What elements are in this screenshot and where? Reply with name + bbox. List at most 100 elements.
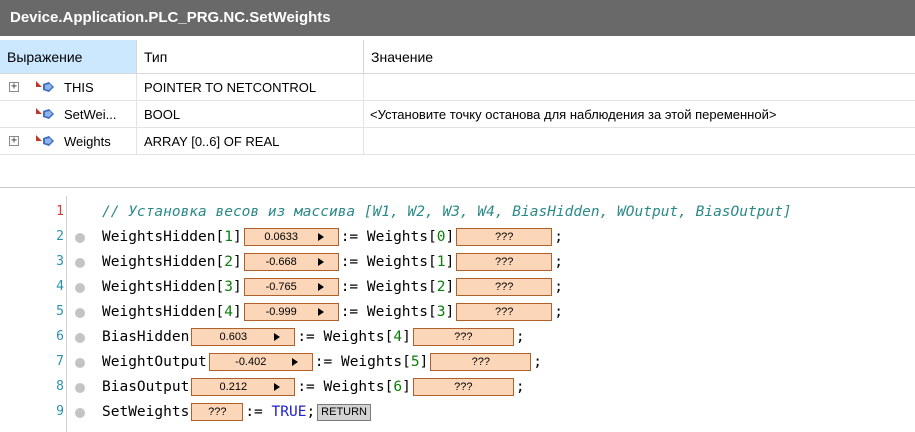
expand-arrow-icon[interactable] (291, 358, 298, 366)
code-operator: := (340, 254, 359, 270)
code-operator: := (297, 379, 315, 395)
online-value-box[interactable]: -0.999 (243, 303, 339, 321)
code-bracket: ] (445, 229, 455, 245)
online-value-box[interactable]: -0.668 (243, 253, 339, 271)
expand-arrow-icon[interactable] (317, 283, 324, 291)
line-number: 8 (56, 379, 64, 394)
code-operator: := (245, 404, 263, 420)
code-semicolon: ; (515, 329, 525, 345)
online-value-box[interactable]: -0.402 (208, 353, 313, 371)
watch-row-weights[interactable]: + Weights ARRAY [0..6] OF REAL (0, 128, 915, 155)
online-value: ??? (495, 281, 514, 293)
breakpoint-marker[interactable] (75, 308, 85, 318)
code-index: 6 (393, 379, 403, 395)
code-identifier: Weights[ (340, 354, 411, 370)
online-value: ??? (208, 406, 227, 418)
watch-cell-expression: SetWei... (0, 101, 137, 128)
breakpoint-marker[interactable] (75, 333, 85, 343)
breakpoint-marker[interactable] (75, 283, 85, 293)
watch-cell-expression: + Weights (0, 128, 137, 155)
online-value-box[interactable]: 0.603 (191, 328, 296, 346)
code-index: 2 (224, 254, 233, 270)
code-text: WeightsHidden[2] -0.668 := Weights[1] ??… (102, 252, 563, 272)
code-editor[interactable]: 1 // Установка весов из массива [W1, W2,… (0, 196, 915, 432)
online-value-box[interactable]: 0.212 (191, 378, 296, 396)
line-number: 5 (56, 304, 64, 319)
code-identifier: BiasOutput (102, 379, 190, 395)
line-number: 7 (56, 354, 64, 369)
expand-arrow-icon[interactable] (317, 308, 324, 316)
code-operator: := (314, 354, 333, 370)
panel-divider[interactable] (0, 187, 915, 188)
watch-expression-text: Weights (64, 134, 111, 149)
column-header-value[interactable]: Значение (364, 40, 915, 74)
online-value-box[interactable]: ??? (412, 328, 514, 346)
code-text: WeightsHidden[4] -0.999 := Weights[3] ??… (102, 302, 563, 322)
code-line[interactable]: 1 // Установка весов из массива [W1, W2,… (0, 200, 915, 225)
expand-arrow-icon[interactable] (274, 333, 281, 341)
code-identifier: WeightOutput (102, 354, 207, 370)
watch-value-text[interactable] (364, 128, 915, 155)
code-line[interactable]: 8 BiasOutput 0.212 := Weights[6] ??? ; (0, 375, 915, 400)
line-number: 1 (56, 204, 64, 219)
expand-arrow-icon[interactable] (317, 233, 324, 241)
online-value-box[interactable]: ??? (191, 403, 244, 421)
expand-arrow-icon[interactable] (317, 258, 324, 266)
watch-row-this[interactable]: + THIS POINTER TO NETCONTROL (0, 74, 915, 101)
watch-expression-text: THIS (64, 80, 94, 95)
online-value: 0.212 (219, 381, 248, 393)
window-title: Device.Application.PLC_PRG.NC.SetWeights (0, 0, 915, 36)
column-header-type[interactable]: Тип (137, 40, 364, 74)
online-value-box[interactable]: ??? (456, 253, 553, 271)
watch-type-text: POINTER TO NETCONTROL (137, 74, 364, 101)
online-value-box[interactable]: ??? (456, 303, 553, 321)
watch-table: Выражение Тип Значение + THIS POINTER TO… (0, 36, 915, 157)
code-identifier: WeightsHidden[ (102, 279, 225, 295)
online-value: 0.0633 (264, 231, 299, 243)
code-line[interactable]: 5 WeightsHidden[4] -0.999 := Weights[3] … (0, 300, 915, 325)
expand-icon[interactable]: + (9, 82, 19, 92)
breakpoint-marker[interactable] (75, 233, 85, 243)
code-index: 4 (224, 304, 233, 320)
watch-type-text: BOOL (137, 101, 364, 128)
online-value-box[interactable]: ??? (456, 278, 553, 296)
code-keyword: TRUE (271, 404, 307, 420)
code-index: 5 (410, 354, 420, 370)
code-index: 4 (393, 329, 403, 345)
line-number: 9 (56, 404, 64, 419)
code-line[interactable]: 7 WeightOutput -0.402 := Weights[5] ??? … (0, 350, 915, 375)
online-value-box[interactable]: ??? (456, 228, 553, 246)
variable-icon (36, 81, 54, 92)
breakpoint-marker[interactable] (75, 383, 85, 393)
code-identifier: Weights[ (366, 279, 437, 295)
code-bracket: ] (445, 254, 455, 270)
breakpoint-marker[interactable] (75, 408, 85, 418)
online-value-box[interactable]: ??? (430, 353, 532, 371)
watch-value-text[interactable]: <Установите точку останова для наблюдени… (364, 101, 915, 128)
online-value-box[interactable]: -0.765 (243, 278, 339, 296)
online-value-box[interactable]: 0.0633 (243, 228, 339, 246)
breakpoint-marker[interactable] (75, 258, 85, 268)
code-index: 3 (224, 279, 233, 295)
code-line[interactable]: 2 WeightsHidden[1] 0.0633 := Weights[0] … (0, 225, 915, 250)
code-operator: := (340, 304, 359, 320)
column-header-expression[interactable]: Выражение (0, 40, 137, 74)
code-semicolon: ; (515, 379, 525, 395)
code-line[interactable]: 6 BiasHidden 0.603 := Weights[4] ??? ; (0, 325, 915, 350)
watch-value-text[interactable] (364, 74, 915, 101)
code-line[interactable]: 3 WeightsHidden[2] -0.668 := Weights[1] … (0, 250, 915, 275)
expand-arrow-icon[interactable] (274, 383, 281, 391)
code-identifier: Weights[ (366, 229, 437, 245)
code-line[interactable]: 4 WeightsHidden[3] -0.765 := Weights[2] … (0, 275, 915, 300)
code-identifier: BiasHidden (102, 329, 190, 345)
watch-cell-expression: + THIS (0, 74, 137, 101)
code-text: BiasHidden 0.603 := Weights[4] ??? ; (102, 327, 525, 347)
expand-icon[interactable]: + (9, 136, 19, 146)
code-bracket: ] (419, 354, 429, 370)
code-identifier: Weights[ (323, 329, 394, 345)
watch-table-header: Выражение Тип Значение (0, 40, 915, 74)
online-value-box[interactable]: ??? (412, 378, 514, 396)
watch-row-setweights[interactable]: SetWei... BOOL <Установите точку останов… (0, 101, 915, 128)
code-line[interactable]: 9 SetWeights ??? := TRUE; RETURN (0, 400, 915, 425)
breakpoint-marker[interactable] (75, 358, 85, 368)
